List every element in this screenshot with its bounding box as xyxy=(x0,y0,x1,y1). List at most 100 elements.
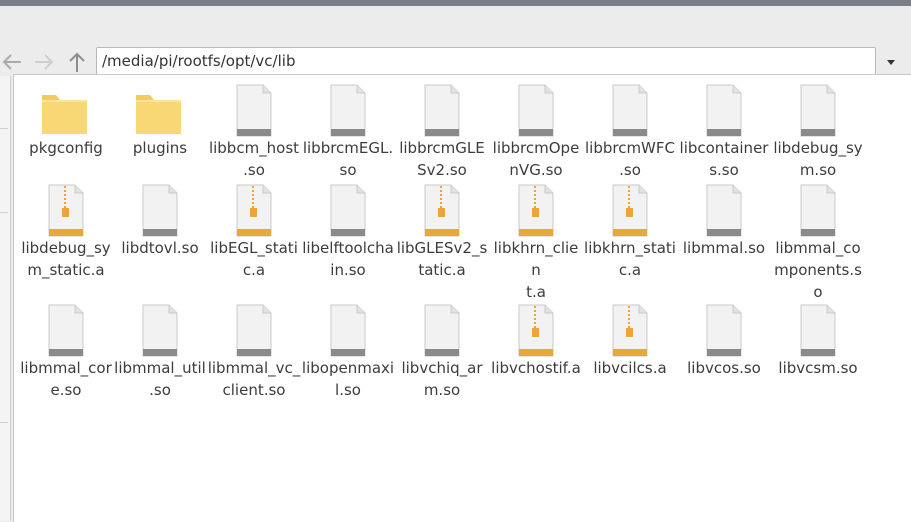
file-label-line: c.a xyxy=(242,261,266,279)
file-label: libmmal_cor e.so xyxy=(19,357,113,401)
document-icon xyxy=(113,301,207,357)
document-icon xyxy=(207,301,301,357)
folder-icon xyxy=(19,81,113,137)
file-label-line: libvchiq_ar xyxy=(401,359,483,377)
document-icon xyxy=(301,301,395,357)
file-label-line: m_static.a xyxy=(27,261,105,279)
address-dropdown-button[interactable] xyxy=(881,50,901,74)
document-icon xyxy=(395,301,489,357)
file-label-line: e.so xyxy=(50,381,82,399)
file-label: libGLESv2_s tatic.a xyxy=(395,237,489,281)
document-icon xyxy=(771,181,865,237)
file-label: libopenmaxi l.so xyxy=(301,357,395,401)
document-icon xyxy=(395,81,489,137)
arrow-left-icon xyxy=(2,54,21,70)
file-label-line: libbrcmGLE xyxy=(399,139,485,157)
document-icon xyxy=(677,81,771,137)
file-label: libvcilcs.a xyxy=(583,357,677,379)
archive-icon xyxy=(489,301,583,357)
file-label-line: libmmal_vc_ xyxy=(207,359,301,377)
document-icon xyxy=(489,81,583,137)
address-bar[interactable]: /media/pi/rootfs/opt/vc/lib xyxy=(96,47,876,75)
file-label-line: tatic.a xyxy=(418,261,466,279)
file-label-line: plugins xyxy=(132,139,188,157)
file-label-line: libmmal.so xyxy=(682,239,766,257)
file-label: libdtovl.so xyxy=(113,237,207,259)
file-label: libvcsm.so xyxy=(771,357,865,379)
file-label-line: libvchostif.a xyxy=(491,359,581,377)
document-icon xyxy=(301,81,395,137)
file-label-line: Sv2.so xyxy=(417,161,467,179)
document-icon xyxy=(771,301,865,357)
document-icon xyxy=(301,181,395,237)
toolbar: /media/pi/rootfs/opt/vc/lib xyxy=(0,6,911,76)
document-icon xyxy=(583,81,677,137)
file-label: libelftoolcha in.so xyxy=(301,237,395,281)
archive-icon xyxy=(19,181,113,237)
file-label: libEGL_stati c.a xyxy=(207,237,301,281)
file-label: libmmal_co mponents.s o xyxy=(771,237,865,303)
archive-icon xyxy=(395,181,489,237)
file-label: libdebug_sy m_static.a xyxy=(19,237,113,281)
file-label-line: libdebug_sy xyxy=(21,239,111,257)
file-label: libbcm_host .so xyxy=(207,137,301,181)
file-label: libbrcmGLE Sv2.so xyxy=(395,137,489,181)
file-label: libmmal_vc_ client.so xyxy=(207,357,301,401)
document-icon xyxy=(771,81,865,137)
side-pane[interactable] xyxy=(0,76,11,521)
file-label-line: c.a xyxy=(618,261,642,279)
file-label-line: pkgconfig xyxy=(29,139,103,157)
file-label-line: libvcilcs.a xyxy=(593,359,667,377)
file-label-line: .so xyxy=(619,161,641,179)
file-label: libkhrn_stati c.a xyxy=(583,237,677,281)
file-label-line: libbrcmWFC xyxy=(584,139,675,157)
file-label: pkgconfig xyxy=(19,137,113,159)
file-label-line: libbrcmEGL. xyxy=(302,139,394,157)
file-label-line: libmmal_cor xyxy=(20,359,112,377)
file-label-line: libdtovl.so xyxy=(121,239,199,257)
file-label: libvcos.so xyxy=(677,357,771,379)
document-icon xyxy=(677,301,771,357)
forward-button[interactable] xyxy=(31,50,57,74)
up-button[interactable] xyxy=(64,50,90,74)
side-pane-divider xyxy=(0,212,8,213)
file-label-line: libkhrn_stati xyxy=(584,239,676,257)
file-label-line: libvcos.so xyxy=(687,359,761,377)
file-label: libvchostif.a xyxy=(489,357,583,379)
file-label: libbrcmEGL. so xyxy=(301,137,395,181)
address-path: /media/pi/rootfs/opt/vc/lib xyxy=(102,52,296,70)
file-label: libbrcmOpe nVG.so xyxy=(489,137,583,181)
arrow-up-icon xyxy=(69,52,85,72)
file-label-line: libGLESv2_s xyxy=(396,239,488,257)
file-label-line: s.so xyxy=(709,161,739,179)
file-label-line: in.so xyxy=(330,261,366,279)
back-button[interactable] xyxy=(0,50,26,74)
file-label-line: libmmal_co xyxy=(775,239,861,257)
file-label-line: libbcm_host xyxy=(208,139,300,157)
file-label: libmmal_util .so xyxy=(113,357,207,401)
file-label-line: libcontainer xyxy=(679,139,769,157)
document-icon xyxy=(207,81,301,137)
folder-icon xyxy=(113,81,207,137)
chevron-down-icon xyxy=(887,60,895,65)
file-label-line: libmmal_util xyxy=(114,359,206,377)
file-label-line: m.so xyxy=(423,381,461,399)
file-label-line: l.so xyxy=(335,381,361,399)
file-label: libcontainer s.so xyxy=(677,137,771,181)
file-label-line: so xyxy=(339,161,357,179)
file-label-line: libbrcmOpe xyxy=(492,139,580,157)
file-label-line: o xyxy=(813,283,823,301)
file-label: libdebug_sy m.so xyxy=(771,137,865,181)
file-label-line: .so xyxy=(149,381,171,399)
file-view[interactable]: pkgconfig plugins libbcm_host .so libbrcmEGL… xyxy=(13,74,911,522)
file-label: libmmal.so xyxy=(677,237,771,259)
file-label-line: client.so xyxy=(222,381,286,399)
archive-icon xyxy=(583,181,677,237)
file-label-line: libkhrn_clien xyxy=(493,239,579,279)
file-label-line: libEGL_stati xyxy=(210,239,298,257)
side-pane-divider xyxy=(0,128,8,129)
document-icon xyxy=(677,181,771,237)
file-label-line: libvcsm.so xyxy=(778,359,858,377)
file-label-line: nVG.so xyxy=(509,161,563,179)
file-label-line: m.so xyxy=(799,161,837,179)
